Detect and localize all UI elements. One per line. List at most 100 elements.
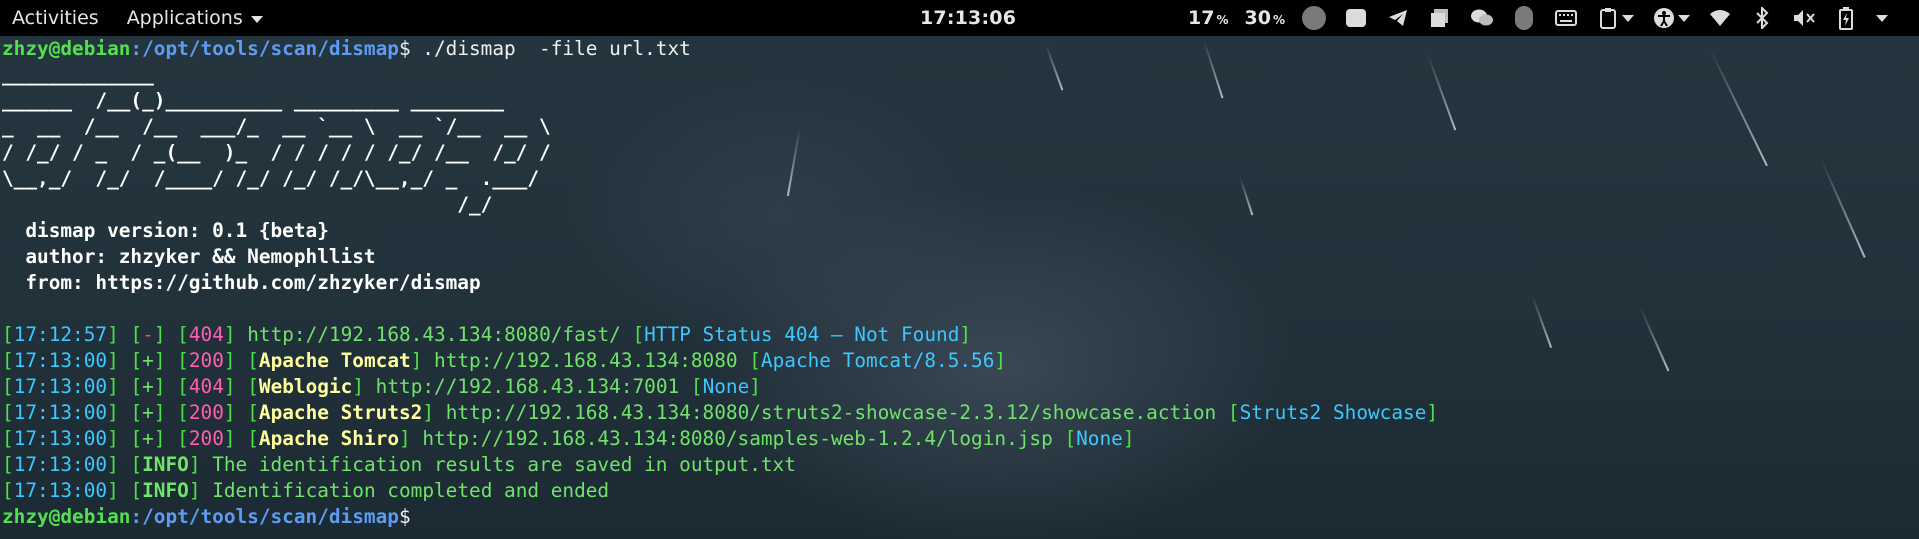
- banner-line: / /_/ / _ / _(__ )_ / / / / / /_/ /__ /_…: [2, 141, 551, 164]
- result-row: [17:13:00] [+] [200] [Apache Struts2] ht…: [2, 401, 1439, 424]
- result-detail: None: [702, 375, 750, 398]
- info-line: dismap version: 0.1 {beta}: [2, 219, 329, 242]
- chevron-down-icon: [1621, 5, 1635, 31]
- prompt-user: zhzy@debian: [2, 505, 131, 528]
- applications-label: Applications: [126, 7, 243, 29]
- clipboard-icon: [1595, 5, 1621, 31]
- result-time: 17:13:00: [13, 401, 108, 424]
- result-time: 17:13:00: [13, 349, 108, 372]
- prompt-symbol: $: [398, 505, 411, 528]
- banner-line: \__,_/ /_/ /____/ /_/ /_/ /_/\__,_/ _ ._…: [2, 167, 540, 190]
- prompt-symbol: $: [398, 37, 411, 60]
- star-streak: [1639, 306, 1670, 372]
- result-detail: HTTP Status 404 – Not Found: [644, 323, 960, 346]
- clock[interactable]: 17:13:06: [920, 0, 1016, 36]
- info-line: author: zhzyker && Nemophllist: [2, 245, 376, 268]
- wechat-icon[interactable]: [1469, 5, 1495, 31]
- clipboard-stack-icon[interactable]: [1427, 5, 1453, 31]
- result-flag: +: [142, 375, 154, 398]
- clipboard-menu[interactable]: [1595, 5, 1635, 31]
- result-code: 200: [188, 427, 224, 450]
- result-time: 17:13:00: [13, 427, 108, 450]
- banner-line: /_/: [2, 193, 493, 216]
- info-line: from: https://github.com/zhzyker/dismap: [2, 271, 481, 294]
- telegram-icon[interactable]: [1385, 5, 1411, 31]
- system-tray: 17% 30%: [1188, 0, 1889, 36]
- result-row: [17:13:00] [+] [200] [Apache Shiro] http…: [2, 427, 1135, 450]
- result-code: 404: [188, 323, 224, 346]
- memory-value: 30: [1244, 7, 1271, 29]
- volume-muted-icon[interactable]: [1791, 5, 1817, 31]
- result-row: [17:12:57] [-] [404] http://192.168.43.1…: [2, 323, 972, 346]
- cpu-value: 17: [1188, 7, 1215, 29]
- power-dropdown-icon[interactable]: [1875, 5, 1889, 31]
- wifi-icon[interactable]: [1707, 5, 1733, 31]
- chevron-down-icon: [250, 15, 263, 23]
- lock-circle-icon[interactable]: [1511, 5, 1537, 31]
- keyboard-icon[interactable]: [1553, 5, 1579, 31]
- result-flag: +: [142, 349, 154, 372]
- message-time: 17:13:00: [13, 453, 108, 476]
- banner-line: _ __ /__ /__ ___/_ __ `__ \ __ `/__ __ \: [2, 115, 551, 138]
- top-bar-left: Activities Applications: [0, 0, 277, 36]
- top-bar: Activities Applications 17:13:06 17% 30%: [0, 0, 1919, 36]
- result-name: Weblogic: [258, 375, 353, 398]
- message-tag: INFO: [142, 453, 189, 476]
- result-flag: +: [142, 427, 154, 450]
- result-url: http://192.168.43.134:7001: [375, 375, 680, 398]
- accessibility-menu[interactable]: [1651, 5, 1691, 31]
- command-text: ./dismap -file url.txt: [410, 37, 691, 60]
- prompt-path: :/opt/tools/scan/dismap: [130, 37, 399, 60]
- bluetooth-icon[interactable]: [1749, 5, 1775, 31]
- result-time: 17:13:00: [13, 375, 108, 398]
- terminal-output: zhzy@debian:/opt/tools/scan/dismap$ ./di…: [2, 36, 1438, 530]
- result-row: [17:13:00] [+] [404] [Weblogic] http://1…: [2, 375, 761, 398]
- result-name: Apache Shiro: [258, 427, 399, 450]
- prompt-user: zhzy@debian: [2, 37, 131, 60]
- message-row: [17:13:00] [INFO] Identification complet…: [2, 479, 610, 502]
- result-row: [17:13:00] [+] [200] [Apache Tomcat] htt…: [2, 349, 1007, 372]
- result-url: http://192.168.43.134:8080/samples-web-1…: [422, 427, 1053, 450]
- prompt-path: :/opt/tools/scan/dismap: [130, 505, 399, 528]
- app-circle-icon[interactable]: [1301, 5, 1327, 31]
- result-code: 404: [188, 375, 224, 398]
- accessibility-icon: [1651, 5, 1677, 31]
- message-tag: INFO: [142, 479, 189, 502]
- result-url: http://192.168.43.134:8080: [434, 349, 738, 372]
- banner-line: ______ /__(_)__________ _________ ______…: [2, 89, 504, 112]
- result-detail: Struts2 Showcase: [1239, 401, 1427, 424]
- prompt-line: zhzy@debian:/opt/tools/scan/dismap$ ./di…: [2, 36, 1438, 62]
- result-url: http://192.168.43.134:8080/fast/: [247, 323, 621, 346]
- cpu-percent-sign: %: [1216, 13, 1229, 27]
- message-row: [17:13:00] [INFO] The identification res…: [2, 453, 796, 476]
- result-code: 200: [188, 401, 224, 424]
- result-name: Apache Struts2: [258, 401, 423, 424]
- battery-icon[interactable]: [1833, 5, 1859, 31]
- cpu-usage[interactable]: 17%: [1188, 7, 1228, 29]
- star-streak: [1531, 294, 1553, 348]
- result-flag: -: [142, 323, 154, 346]
- result-url: http://192.168.43.134:8080/struts2-showc…: [445, 401, 1217, 424]
- memory-percent-sign: %: [1272, 13, 1285, 27]
- prompt-line[interactable]: zhzy@debian:/opt/tools/scan/dismap$: [2, 504, 1438, 530]
- message-text: Identification completed and ended: [200, 479, 610, 502]
- memory-usage[interactable]: 30%: [1244, 7, 1284, 29]
- result-time: 17:12:57: [13, 323, 108, 346]
- terminal-window[interactable]: zhzy@debian:/opt/tools/scan/dismap$ ./di…: [0, 36, 1919, 539]
- banner: _____________ ______ /__(_)__________ __…: [2, 62, 1438, 218]
- result-detail: Apache Tomcat/8.5.56: [760, 349, 995, 372]
- activities-button[interactable]: Activities: [0, 0, 113, 36]
- message-text: The identification results are saved in …: [200, 453, 796, 476]
- star-streak: [1819, 156, 1866, 258]
- star-streak: [1709, 48, 1768, 167]
- chevron-down-icon: [1677, 5, 1691, 31]
- banner-line: _____________: [2, 63, 154, 86]
- result-detail: None: [1076, 427, 1123, 450]
- result-name: Apache Tomcat: [258, 349, 411, 372]
- result-flag: +: [142, 401, 154, 424]
- result-code: 200: [188, 349, 224, 372]
- message-time: 17:13:00: [13, 479, 108, 502]
- screenshot-icon[interactable]: [1343, 5, 1369, 31]
- applications-menu[interactable]: Applications: [113, 0, 277, 36]
